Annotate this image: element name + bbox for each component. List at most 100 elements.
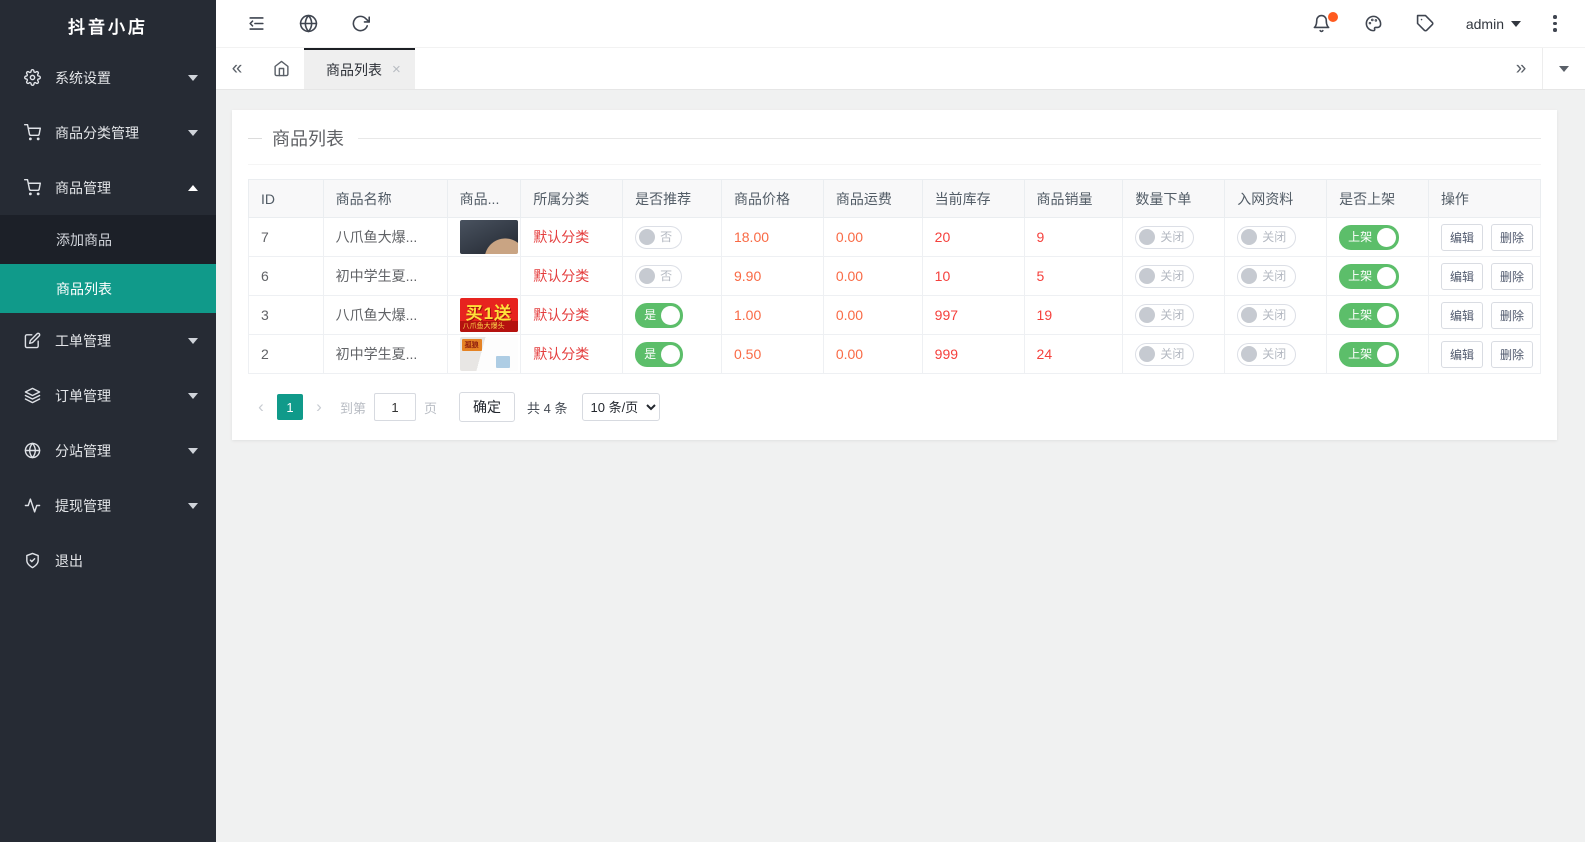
delete-button[interactable]: 删除 xyxy=(1491,302,1533,329)
tag-icon[interactable] xyxy=(1400,0,1452,48)
prev-page-icon[interactable]: ‹ xyxy=(248,394,274,420)
network-info-toggle[interactable]: 关闭 xyxy=(1237,304,1296,327)
delete-button[interactable]: 删除 xyxy=(1491,341,1533,368)
edit-button[interactable]: 编辑 xyxy=(1441,302,1483,329)
sidebar-item-label: 订单管理 xyxy=(55,386,111,406)
product-image-cell: 买1送八爪鱼大爆头 xyxy=(447,296,521,335)
palette-icon[interactable] xyxy=(1348,0,1400,48)
column-header: 商品名称 xyxy=(323,180,447,218)
qty-order-cell: 关闭 xyxy=(1123,257,1225,296)
current-page-button[interactable]: 1 xyxy=(277,394,303,420)
page-number-input[interactable] xyxy=(374,393,416,421)
qty-order-cell: 关闭 xyxy=(1123,335,1225,374)
globe-icon[interactable] xyxy=(282,0,334,48)
shipping-fee: 0.00 xyxy=(823,218,922,257)
close-icon[interactable]: × xyxy=(392,61,401,78)
delete-button[interactable]: 删除 xyxy=(1491,224,1533,251)
category-link[interactable]: 默认分类 xyxy=(533,346,589,362)
goto-label: 到第 xyxy=(340,398,366,417)
product-thumbnail[interactable]: 孤狼 xyxy=(460,337,518,371)
sidebar-item-order-management[interactable]: 订单管理 xyxy=(0,368,216,423)
menu-fold-icon[interactable] xyxy=(230,0,282,48)
category-link[interactable]: 默认分类 xyxy=(533,307,589,323)
refresh-icon[interactable] xyxy=(334,0,386,48)
sidebar-submenu: 添加商品商品列表 xyxy=(0,215,216,313)
sidebar-item-label: 系统设置 xyxy=(55,68,111,88)
qty-order-toggle[interactable]: 关闭 xyxy=(1135,304,1194,327)
qty-order-toggle[interactable]: 关闭 xyxy=(1135,265,1194,288)
product-image-cell: 孤狼 xyxy=(447,335,521,374)
network-info-toggle[interactable]: 关闭 xyxy=(1237,265,1296,288)
bell-icon[interactable] xyxy=(1296,0,1348,48)
qty-order-toggle[interactable]: 关闭 xyxy=(1135,226,1194,249)
sidebar-item-substation-management[interactable]: 分站管理 xyxy=(0,423,216,478)
page-content: 商品列表 ID商品名称商品...所属分类是否推荐商品价格商品运费当前库存商品销量… xyxy=(216,90,1585,842)
edit-button[interactable]: 编辑 xyxy=(1441,341,1483,368)
sidebar-item-add-product[interactable]: 添加商品 xyxy=(0,215,216,264)
listed-toggle[interactable]: 上架 xyxy=(1339,225,1399,250)
listed-toggle[interactable]: 上架 xyxy=(1339,303,1399,328)
delete-button[interactable]: 删除 xyxy=(1491,263,1533,290)
actions-cell: 编辑删除 xyxy=(1428,335,1540,374)
listed-toggle[interactable]: 上架 xyxy=(1339,264,1399,289)
listed-toggle[interactable]: 上架 xyxy=(1339,342,1399,367)
product-thumbnail[interactable] xyxy=(460,220,518,254)
table-row: 2初中学生夏...孤狼默认分类是0.500.0099924关闭关闭上架编辑删除 xyxy=(249,335,1541,374)
product-name: 八爪鱼大爆... xyxy=(323,296,447,335)
category-cell: 默认分类 xyxy=(521,296,623,335)
chevron-down-icon xyxy=(188,130,198,136)
user-menu[interactable]: admin xyxy=(1452,0,1535,48)
sidebar-item-withdrawal-management[interactable]: 提现管理 xyxy=(0,478,216,533)
sales: 5 xyxy=(1024,257,1123,296)
sidebar-item-product-list[interactable]: 商品列表 xyxy=(0,264,216,313)
app-title: 抖音小店 xyxy=(0,0,216,50)
edit-button[interactable]: 编辑 xyxy=(1441,263,1483,290)
recommend-toggle[interactable]: 否 xyxy=(635,265,682,288)
sales: 9 xyxy=(1024,218,1123,257)
network-info-toggle[interactable]: 关闭 xyxy=(1237,226,1296,249)
sidebar-item-work-orders[interactable]: 工单管理 xyxy=(0,313,216,368)
page-suffix-label: 页 xyxy=(424,398,437,417)
home-icon[interactable] xyxy=(258,48,304,89)
tabs-dropdown-icon[interactable] xyxy=(1543,48,1585,89)
recommend-toggle[interactable]: 否 xyxy=(635,226,682,249)
recommend-cell: 是 xyxy=(623,296,722,335)
main-area: admin « 商品列表 × » 商品列表 ID商品名称 xyxy=(216,0,1585,842)
network-info-toggle[interactable]: 关闭 xyxy=(1237,343,1296,366)
sidebar-item-product-management[interactable]: 商品管理 xyxy=(0,160,216,215)
actions-cell: 编辑删除 xyxy=(1428,257,1540,296)
sidebar-item-label: 工单管理 xyxy=(55,331,111,351)
qty-order-cell: 关闭 xyxy=(1123,296,1225,335)
tabs-scroll-right-icon[interactable]: » xyxy=(1500,48,1542,89)
page-title: 商品列表 xyxy=(272,125,344,151)
tabs-scroll-left-icon[interactable]: « xyxy=(216,48,258,89)
total-count-label: 共 4 条 xyxy=(527,398,567,417)
category-link[interactable]: 默认分类 xyxy=(533,268,589,284)
topbar: admin xyxy=(216,0,1585,48)
row-id: 3 xyxy=(249,296,324,335)
username: admin xyxy=(1466,16,1504,32)
product-name: 初中学生夏... xyxy=(323,257,447,296)
product-thumbnail[interactable] xyxy=(460,259,518,293)
product-name: 八爪鱼大爆... xyxy=(323,218,447,257)
network-info-cell: 关闭 xyxy=(1225,218,1327,257)
next-page-icon[interactable]: › xyxy=(306,394,332,420)
product-thumbnail[interactable]: 买1送八爪鱼大爆头 xyxy=(460,298,518,332)
recommend-cell: 否 xyxy=(623,218,722,257)
globe-icon xyxy=(24,442,41,459)
category-link[interactable]: 默认分类 xyxy=(533,229,589,245)
tab-product-list[interactable]: 商品列表 × xyxy=(304,48,415,89)
edit-button[interactable]: 编辑 xyxy=(1441,224,1483,251)
sidebar-item-system-settings[interactable]: 系统设置 xyxy=(0,50,216,105)
qty-order-toggle[interactable]: 关闭 xyxy=(1135,343,1194,366)
recommend-cell: 否 xyxy=(623,257,722,296)
column-header: ID xyxy=(249,180,324,218)
sidebar-item-logout[interactable]: 退出 xyxy=(0,533,216,588)
recommend-toggle[interactable]: 是 xyxy=(635,342,683,367)
kebab-menu-icon[interactable] xyxy=(1535,0,1575,48)
page-size-select[interactable]: 10 条/页 xyxy=(582,393,660,421)
recommend-toggle[interactable]: 是 xyxy=(635,303,683,328)
sidebar-item-category-management[interactable]: 商品分类管理 xyxy=(0,105,216,160)
column-header: 操作 xyxy=(1428,180,1540,218)
confirm-page-button[interactable]: 确定 xyxy=(459,392,515,422)
